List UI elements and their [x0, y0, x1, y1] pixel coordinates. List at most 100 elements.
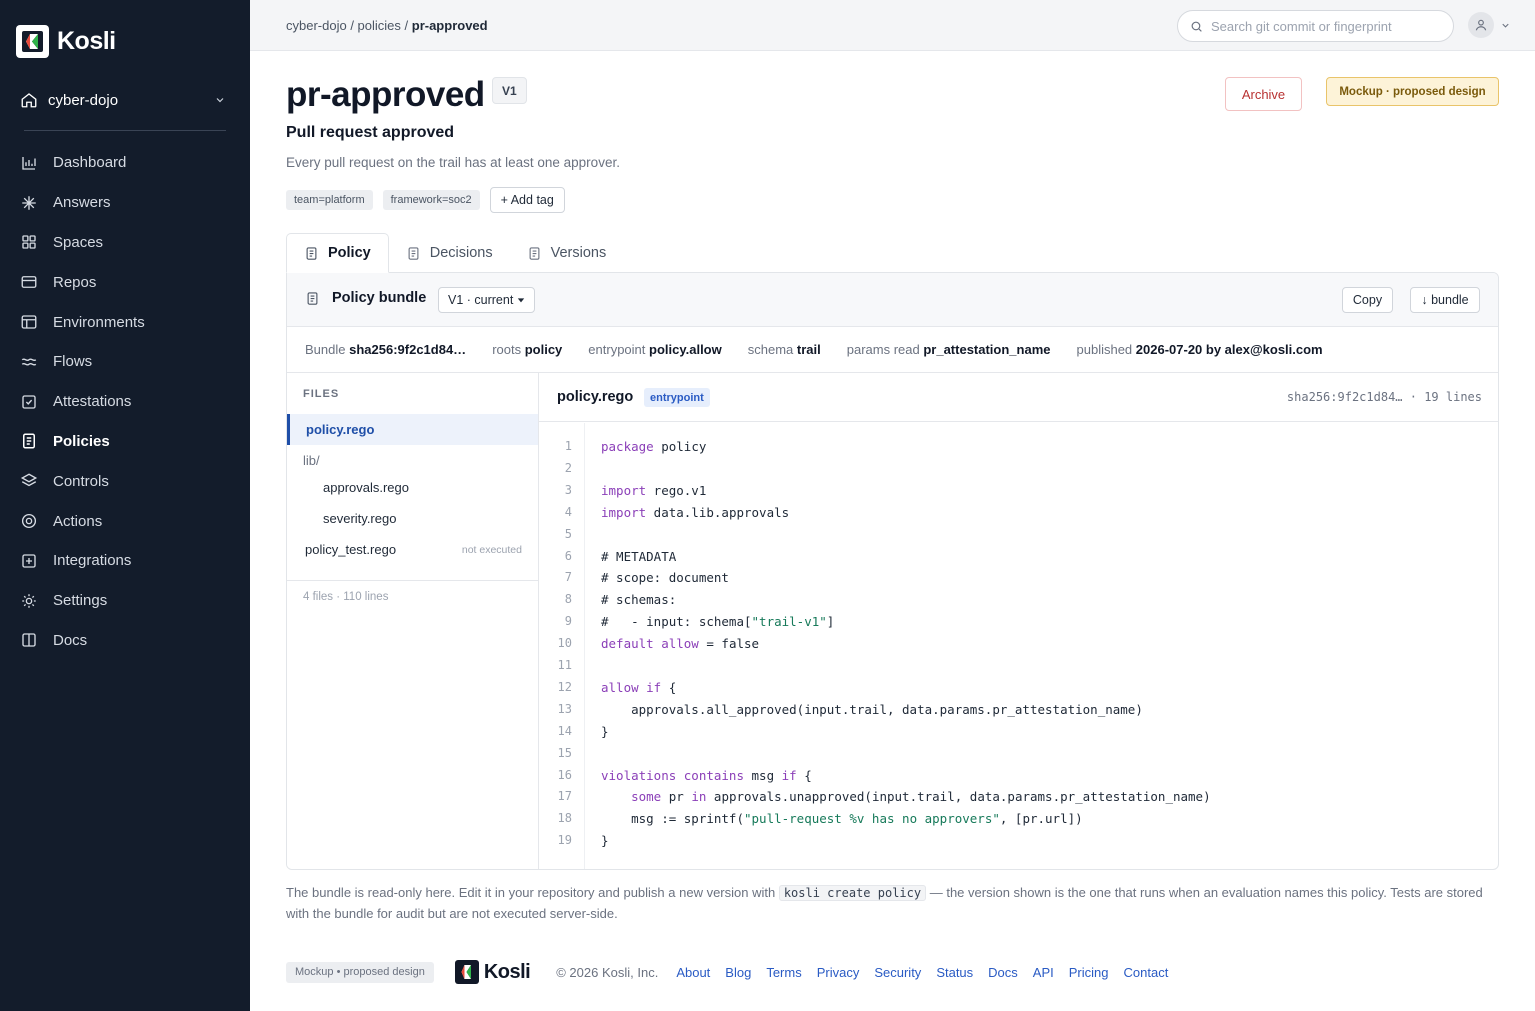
folder-icon	[21, 276, 37, 289]
tab-decisions[interactable]: Decisions	[389, 233, 510, 273]
not-executed-note: not executed	[461, 543, 522, 556]
sidebar-item-policies[interactable]: Policies	[20, 422, 230, 462]
bundle-title: Policy bundle	[305, 290, 426, 306]
sparkle-icon	[22, 195, 36, 210]
code-viewer[interactable]: 1 2 3 4 5 6 7 8 9 10 11 12 13 14 15 16 17 18 19 package po…	[539, 423, 1498, 869]
tab-policy[interactable]: Policy	[286, 233, 389, 273]
code-line: import rego.v1	[601, 482, 707, 498]
sidebar-item-answers[interactable]: Answers	[20, 183, 230, 223]
footer-link-api[interactable]: API	[1033, 965, 1054, 980]
files-count: 4 files · 110 lines	[303, 591, 389, 603]
breadcrumb: cyber-dojo / policies / pr-approved	[286, 18, 488, 33]
user-menu[interactable]	[1468, 12, 1511, 38]
sidebar-item-label: Policies	[53, 432, 110, 450]
add-tag-button[interactable]: + Add tag	[489, 187, 565, 213]
code-line: # schemas:	[601, 592, 677, 608]
sidebar-item-actions[interactable]: Actions	[20, 501, 230, 541]
sidebar-item-spaces[interactable]: Spaces	[20, 223, 230, 263]
kosli-logo-icon	[16, 25, 49, 58]
line-number: 8	[564, 592, 572, 607]
tag[interactable]: team=platform	[286, 190, 373, 210]
line-number: 7	[564, 570, 572, 585]
tab-label: Policy	[328, 245, 371, 261]
file-policy-rego[interactable]: policy.rego	[287, 414, 538, 445]
sidebar-item-label: Spaces	[53, 233, 104, 251]
sidebar-item-integrations[interactable]: Integrations	[20, 541, 230, 581]
sidebar-item-label: Dashboard	[53, 154, 127, 172]
download-bundle-button[interactable]: ↓ bundle	[1410, 287, 1480, 313]
footer-link-terms[interactable]: Terms	[766, 965, 801, 980]
code-line: allow if {	[601, 679, 677, 695]
breadcrumb-policies[interactable]: policies	[358, 18, 401, 33]
sun-gear-icon	[22, 593, 36, 608]
page-title: pr-approved	[286, 75, 485, 114]
footer-link-contact[interactable]: Contact	[1124, 965, 1169, 980]
breadcrumb-org[interactable]: cyber-dojo	[286, 18, 347, 33]
bundle-title-text: Policy bundle	[332, 290, 427, 306]
line-number: 1	[564, 439, 572, 453]
meta-bundle: Bundle sha256:9f2c1d84…	[305, 342, 467, 357]
sidebar: Kosli cyber-dojo Dashboard Answers Space…	[0, 0, 250, 1011]
meta-entrypoint: entrypoint policy.allow	[588, 342, 722, 357]
code-line: msg := sprintf("pull-request %v has no a…	[601, 811, 1083, 827]
footer-link-privacy[interactable]: Privacy	[817, 965, 860, 980]
sidebar-item-label: Actions	[53, 512, 103, 530]
policy-bundle-card: Policy bundle V1 · current Copy ↓ bundle…	[286, 272, 1499, 870]
waves-icon	[21, 358, 37, 366]
topbar: cyber-dojo / policies / pr-approved	[250, 0, 1535, 51]
kosli-logo[interactable]: Kosli	[16, 25, 116, 58]
copy-button[interactable]: Copy	[1342, 287, 1393, 313]
search-box[interactable]	[1177, 10, 1454, 42]
sidebar-item-settings[interactable]: Settings	[20, 581, 230, 621]
code-header: policy.rego entrypoint sha256:9f2c1d84… …	[539, 373, 1498, 422]
archive-button[interactable]: Archive	[1225, 77, 1302, 111]
code-line: package policy	[601, 439, 707, 454]
tab-versions[interactable]: Versions	[510, 233, 624, 273]
sidebar-item-flows[interactable]: Flows	[20, 342, 230, 382]
main-content: pr-approved V1 Pull request approved Eve…	[250, 51, 1535, 1011]
footer-logo[interactable]: Kosli	[454, 960, 531, 984]
sidebar-item-controls[interactable]: Controls	[20, 461, 230, 501]
footer-link-security[interactable]: Security	[874, 965, 921, 980]
code-line: # - input: schema["trail-v1"]	[601, 614, 835, 630]
version-select[interactable]: V1 · current	[438, 287, 536, 313]
footer: Mockup • proposed design Kosli © 2026 Ko…	[286, 960, 1183, 984]
sidebar-item-attestations[interactable]: Attestations	[20, 382, 230, 422]
line-number: 9	[564, 614, 572, 629]
search-input[interactable]	[1211, 18, 1441, 34]
policy-title: Pull request approved	[286, 124, 455, 141]
check-square-icon	[22, 394, 36, 409]
avatar	[1468, 12, 1494, 38]
document-icon	[529, 246, 540, 260]
org-selector[interactable]: cyber-dojo	[20, 88, 226, 112]
line-number: 10	[557, 636, 572, 651]
footer-link-blog[interactable]: Blog	[725, 965, 751, 980]
sidebar-item-docs[interactable]: Docs	[20, 621, 230, 661]
tag[interactable]: framework=soc2	[382, 190, 480, 210]
file-tree: FILES policy.rego lib/ approvals.rego se…	[287, 373, 539, 869]
bundle-meta: Bundle sha256:9f2c1d84… roots policy ent…	[287, 327, 1498, 373]
line-number: 2	[564, 460, 572, 475]
meta-published: published 2026-07-20 by alex@kosli.com	[1076, 342, 1323, 357]
file-policy-test-rego[interactable]: policy_test.rego not executed	[287, 534, 538, 565]
folder-lib[interactable]: lib/	[303, 453, 320, 468]
footer-link-about[interactable]: About	[676, 965, 710, 980]
home-icon	[21, 93, 37, 108]
sidebar-item-dashboard[interactable]: Dashboard	[20, 143, 230, 183]
footer-link-docs[interactable]: Docs	[988, 965, 1018, 980]
line-number: 4	[564, 504, 572, 519]
footer-link-status[interactable]: Status	[936, 965, 973, 980]
line-number: 6	[564, 548, 572, 563]
file-approvals-rego[interactable]: approvals.rego	[287, 472, 538, 503]
line-number: 3	[564, 482, 572, 497]
code-line: # scope: document	[601, 570, 729, 586]
file-name: severity.rego	[323, 511, 397, 526]
footer-link-pricing[interactable]: Pricing	[1069, 965, 1109, 980]
sidebar-item-environments[interactable]: Environments	[20, 302, 230, 342]
sidebar-item-label: Docs	[53, 631, 88, 649]
grid-icon	[22, 235, 36, 250]
sidebar-item-repos[interactable]: Repos	[20, 262, 230, 302]
file-severity-rego[interactable]: severity.rego	[287, 503, 538, 534]
version-select-value: V1 · current	[448, 293, 514, 307]
document-icon	[23, 433, 35, 449]
